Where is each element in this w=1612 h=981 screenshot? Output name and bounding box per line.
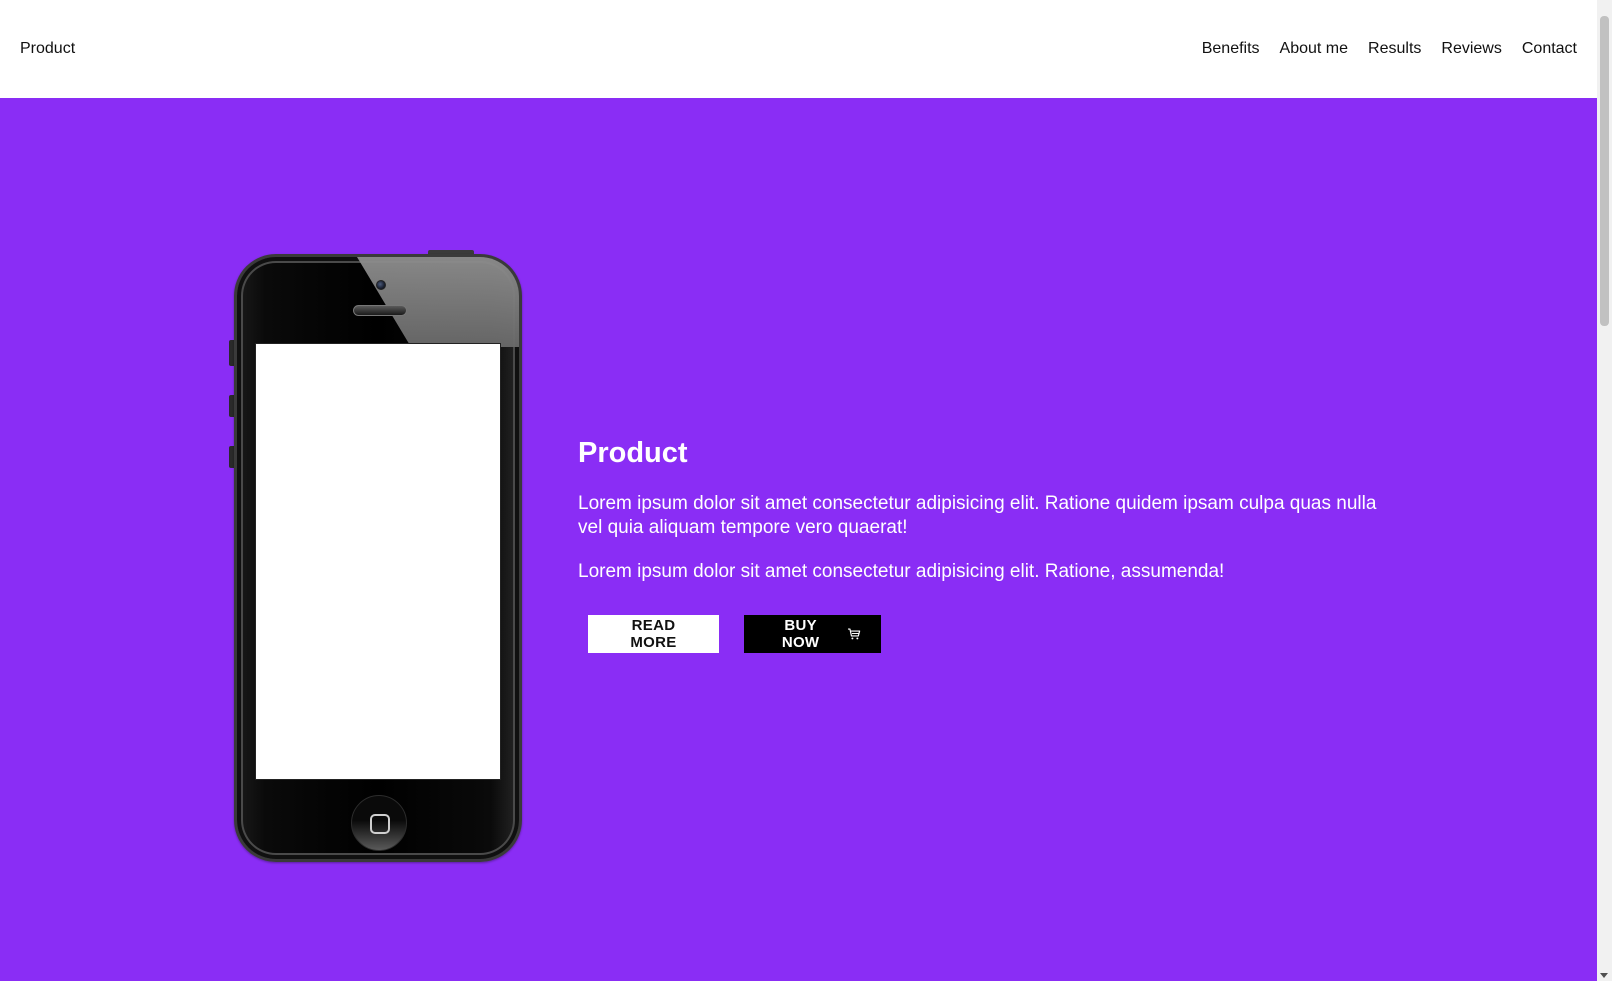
- read-more-label: READ MORE: [630, 617, 677, 651]
- phone-image: [234, 254, 522, 862]
- hero-paragraph-2: Lorem ipsum dolor sit amet consectetur a…: [578, 561, 1225, 582]
- hero-paragraph-1: Lorem ipsum dolor sit amet consectetur a…: [578, 493, 1377, 538]
- phone-camera-icon: [376, 280, 386, 290]
- read-more-button[interactable]: READ MORE: [588, 615, 719, 653]
- nav-link-about-me[interactable]: About me: [1280, 40, 1348, 58]
- phone-speaker: [353, 305, 407, 316]
- phone-home-button: [351, 795, 407, 851]
- buy-now-label: BUY NOW: [781, 617, 820, 651]
- scrollbar-thumb[interactable]: [1600, 16, 1609, 326]
- page-scrollbar[interactable]: [1597, 0, 1612, 981]
- nav-links: Benefits About me Results Reviews Contac…: [1182, 40, 1577, 58]
- nav-link-results[interactable]: Results: [1368, 40, 1421, 58]
- home-square-icon: [370, 814, 390, 834]
- hero-content: Product Lorem ipsum dolor sit amet conse…: [578, 437, 1398, 653]
- cart-icon: [848, 628, 861, 640]
- nav-link-benefits[interactable]: Benefits: [1202, 40, 1260, 58]
- phone-glare: [357, 257, 519, 347]
- navbar: Product Benefits About me Results Review…: [0, 0, 1597, 98]
- phone-screen: [255, 343, 501, 780]
- page: Product Benefits About me Results Review…: [0, 0, 1597, 981]
- nav-link-reviews[interactable]: Reviews: [1441, 40, 1501, 58]
- buy-now-button[interactable]: BUY NOW: [744, 615, 881, 653]
- brand-link[interactable]: Product: [20, 40, 75, 58]
- hero-buttons: READ MORE BUY NOW: [588, 615, 1398, 653]
- scroll-down-arrow-icon[interactable]: [1600, 973, 1608, 978]
- nav-link-contact[interactable]: Contact: [1522, 40, 1577, 58]
- hero-title: Product: [578, 437, 688, 469]
